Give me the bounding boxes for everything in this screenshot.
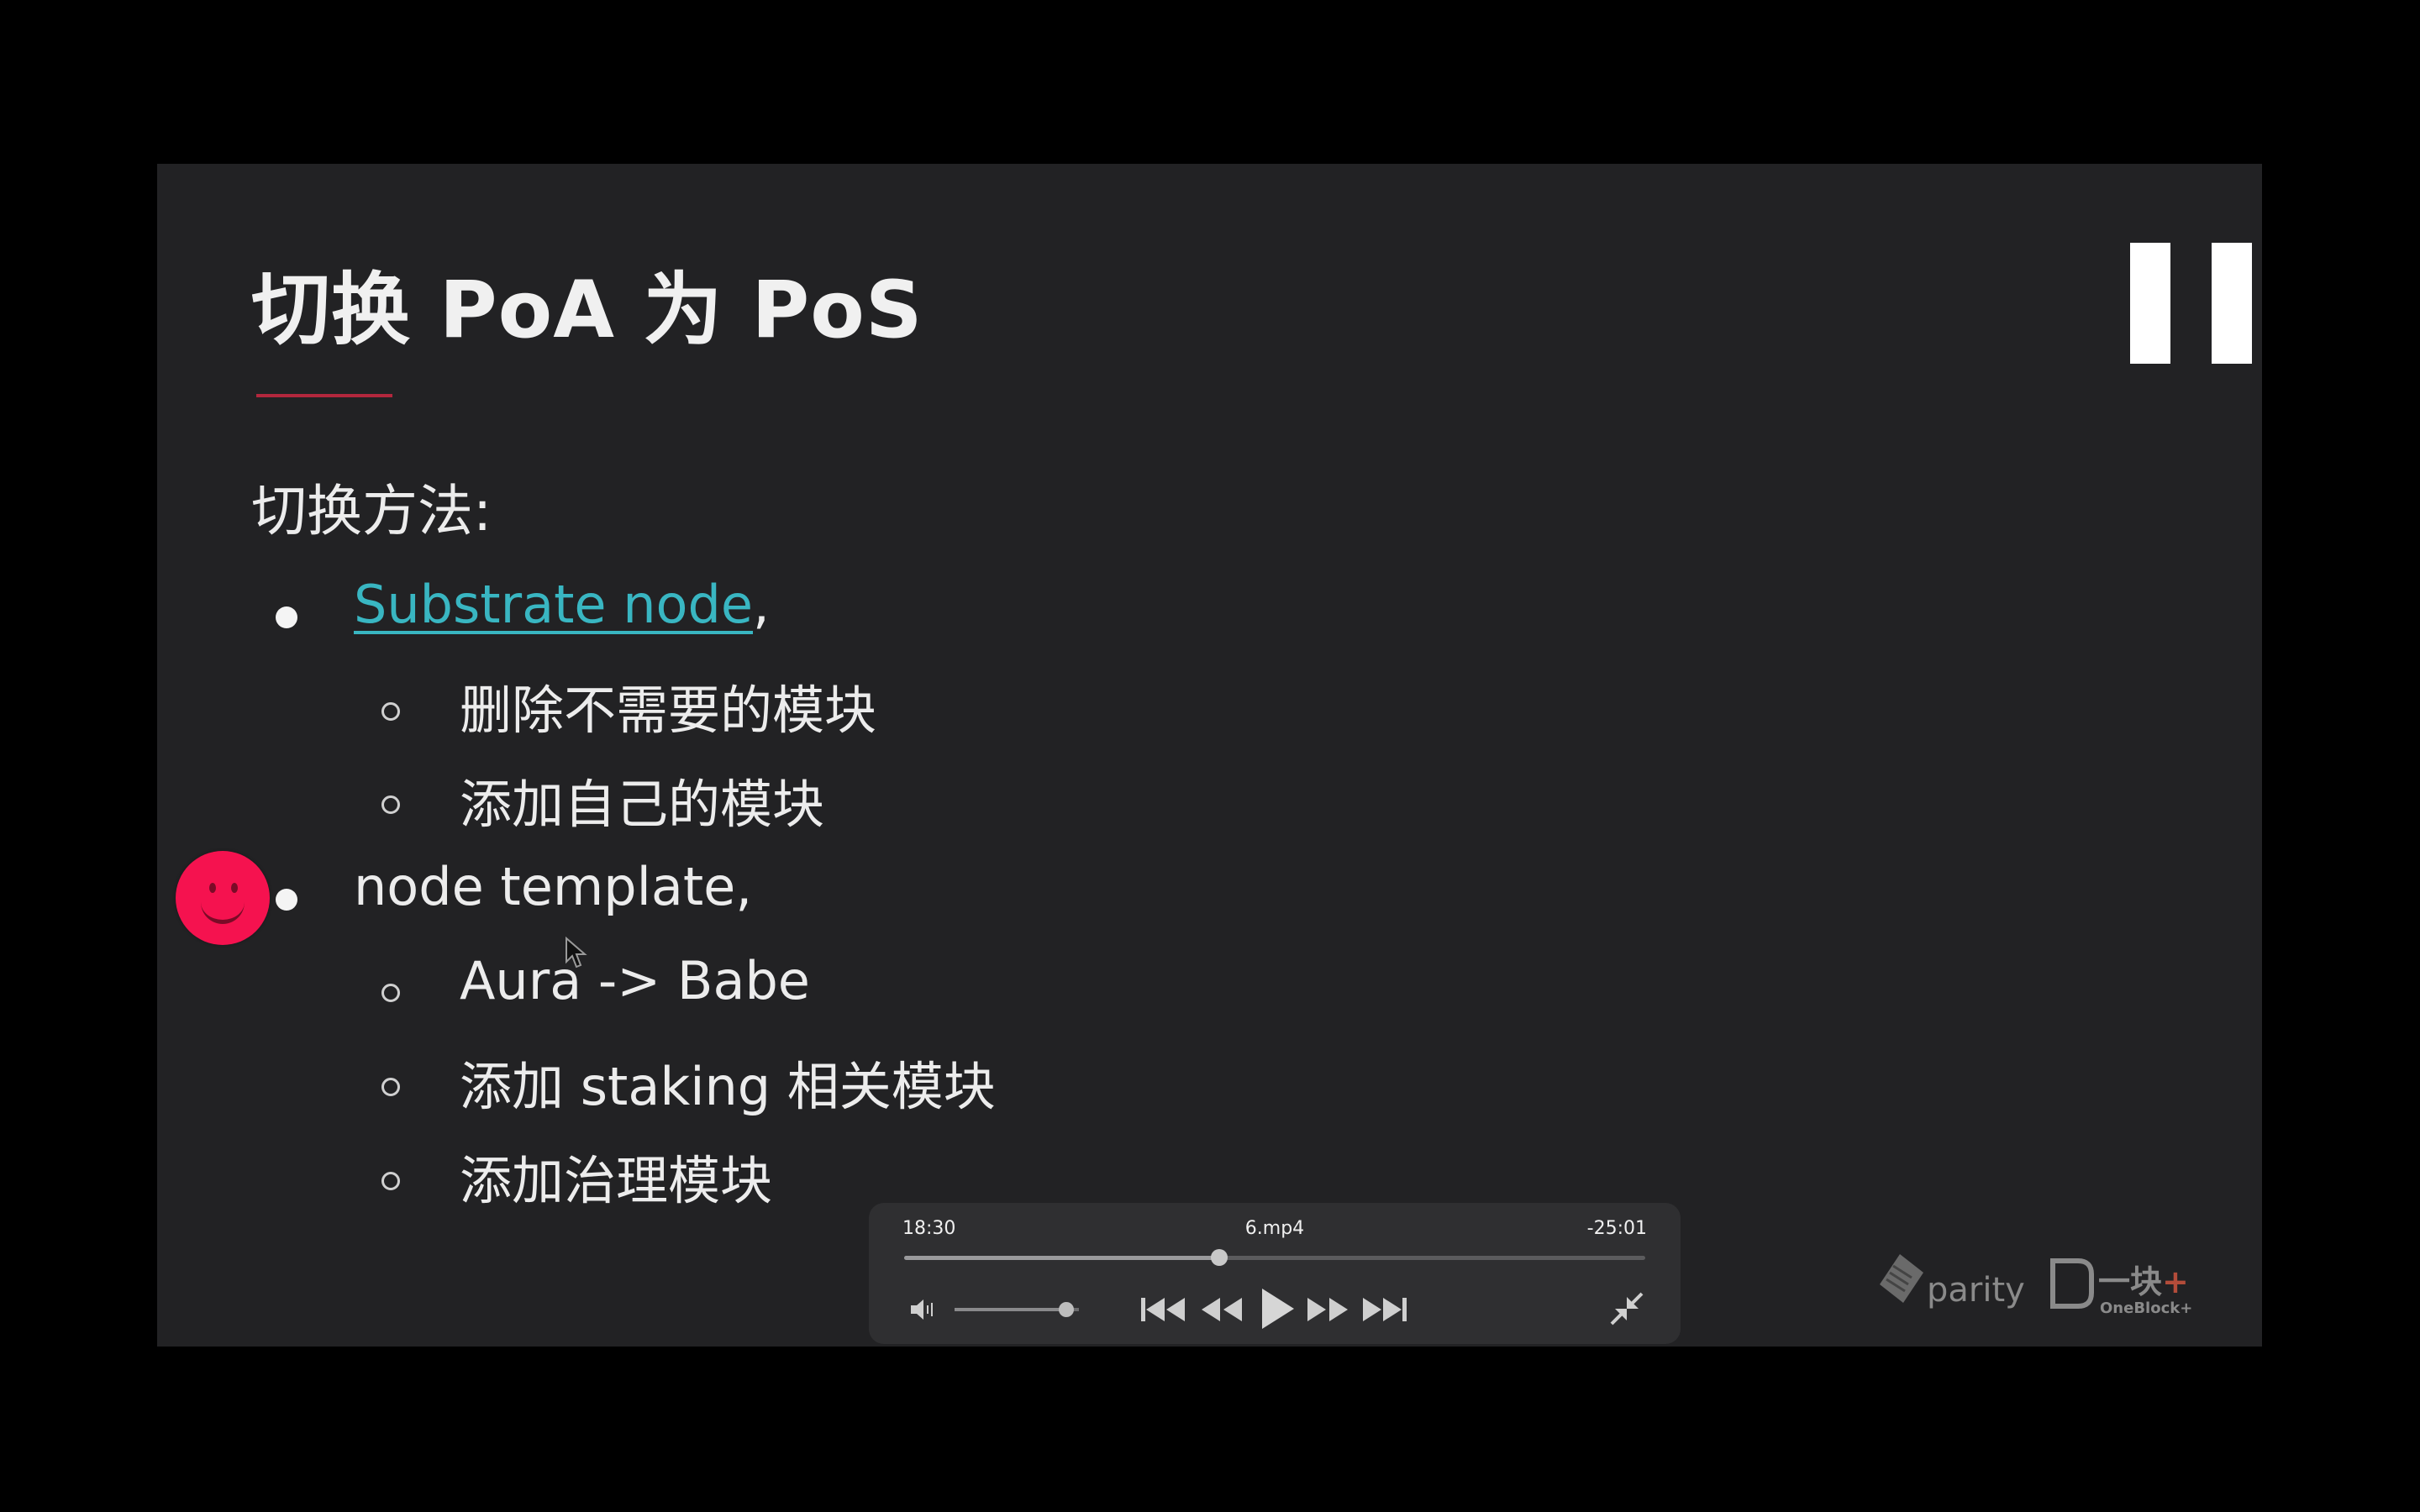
progress-fill	[904, 1256, 1219, 1260]
sub-list-item: 删除不需要的模块	[460, 680, 877, 741]
play-icon[interactable]	[1257, 1285, 1297, 1332]
sub-bullet	[381, 1172, 400, 1190]
video-controls: 18:30 6.mp4 -25:01	[869, 1203, 1681, 1344]
oneblock-logo-cn: 一块+	[2098, 1263, 2189, 1300]
parity-logo-text: parity	[1927, 1271, 2025, 1310]
file-name: 6.mp4	[1244, 1218, 1305, 1239]
sub-list-item: 添加自己的模块	[460, 774, 825, 835]
sub-bullet	[381, 702, 400, 721]
slide-title: 切换 PoA 为 PoS	[251, 265, 923, 356]
volume-icon[interactable]	[909, 1297, 938, 1322]
pause-icon-bar	[2212, 243, 2252, 364]
cursor-icon	[566, 937, 587, 969]
sub-bullet	[381, 1078, 400, 1096]
skip-forward-icon[interactable]	[1361, 1295, 1408, 1324]
oneblock-logo-mark	[2050, 1258, 2094, 1309]
list-item-suffix: ,	[753, 574, 770, 635]
sub-list-item: 添加 staking 相关模块	[460, 1056, 996, 1117]
list-item: node template,	[354, 856, 753, 917]
section-heading: 切换方法:	[251, 479, 492, 543]
parity-logo-mark	[1880, 1254, 1923, 1303]
volume-knob[interactable]	[1059, 1302, 1075, 1317]
bullet-dot	[276, 606, 297, 628]
sub-bullet	[381, 795, 400, 814]
slide-frame: 切换 PoA 为 PoS 切换方法: Substrate node, 删除不需要…	[157, 164, 2262, 1347]
progress-scrubber[interactable]	[1210, 1249, 1228, 1266]
progress-track[interactable]	[904, 1249, 1645, 1266]
volume-slider[interactable]	[955, 1302, 1079, 1317]
smiley-icon	[176, 851, 270, 945]
rewind-icon[interactable]	[1198, 1295, 1244, 1324]
bullet-dot	[276, 889, 297, 911]
substrate-node-link[interactable]: Substrate node	[354, 574, 753, 635]
list-item: Substrate node,	[354, 574, 770, 635]
fast-forward-icon[interactable]	[1306, 1295, 1351, 1324]
remaining-time: -25:01	[1586, 1218, 1647, 1239]
sub-bullet	[381, 984, 400, 1002]
oneblock-logo-en: OneBlock+	[2100, 1299, 2193, 1317]
title-underline	[256, 394, 392, 397]
volume-fill	[955, 1308, 1067, 1311]
sub-list-item: 添加治理模块	[460, 1150, 773, 1211]
sub-list-item: Aura -> Babe	[460, 950, 810, 1011]
skip-back-icon[interactable]	[1139, 1295, 1186, 1324]
pause-icon[interactable]	[2130, 243, 2170, 364]
exit-fullscreen-icon[interactable]	[1608, 1290, 1645, 1327]
